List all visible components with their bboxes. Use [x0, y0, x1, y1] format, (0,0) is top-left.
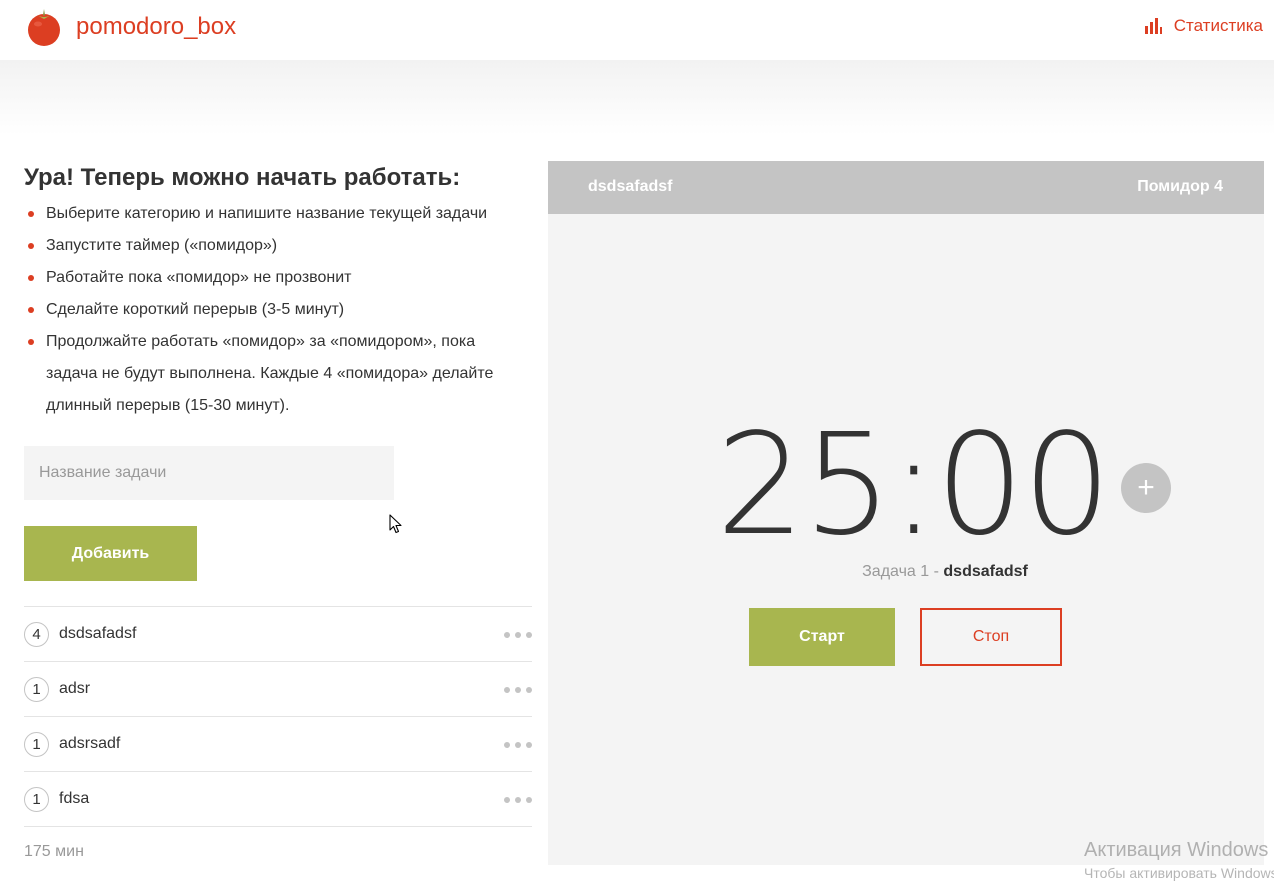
tomato-icon[interactable]: [24, 7, 64, 47]
timer-header: dsdsafadsf Помидор 4: [548, 161, 1264, 214]
task-name[interactable]: fdsa: [59, 790, 89, 808]
pomodoro-count-badge: 1: [24, 786, 49, 812]
current-task-title: dsdsafadsf: [588, 178, 673, 195]
instruction-item: Запустите таймер («помидор»): [24, 230, 524, 262]
timer-caption: Задача 1 - dsdsafadsf: [548, 563, 1274, 581]
instructions-list: Выберите категорию и напишите название т…: [24, 198, 524, 422]
statistics-label: Статистика: [1173, 16, 1263, 35]
caption-task-name: dsdsafadsf: [943, 563, 1028, 580]
instruction-item: Выберите категорию и напишите название т…: [24, 198, 524, 230]
watermark-title: Активация Windows: [1084, 839, 1269, 861]
pomodoro-count-badge: 1: [24, 731, 49, 757]
more-options-icon[interactable]: [504, 739, 532, 751]
statistics-link[interactable]: Статистика: [1144, 16, 1263, 36]
instruction-item: Продолжайте работать «помидор» за «помид…: [24, 326, 524, 422]
caption-task-number: Задача 1 -: [862, 563, 944, 580]
mouse-cursor-icon: [389, 514, 402, 534]
timer-panel: dsdsafadsf Помидор 4 25:00 + Задача 1 - …: [548, 161, 1264, 865]
task-name[interactable]: adsr: [59, 680, 90, 698]
watermark-subtitle: Чтобы активировать Windows: [1084, 865, 1274, 881]
task-name[interactable]: adsrsadf: [59, 735, 120, 753]
task-name-input[interactable]: [24, 446, 394, 500]
header-shadow: [0, 60, 1274, 135]
pomodoro-count-badge: 4: [24, 621, 49, 647]
more-options-icon[interactable]: [504, 684, 532, 696]
task-row[interactable]: 1 adsr: [24, 662, 532, 717]
pomodoro-counter: Помидор 4: [1137, 178, 1223, 195]
intro-title: Ура! Теперь можно начать работать:: [24, 164, 461, 191]
bar-chart-icon: [1144, 18, 1162, 34]
instruction-item: Работайте пока «помидор» не прозвонит: [24, 262, 524, 294]
timer-display: 25:00: [716, 404, 1111, 567]
instruction-item: Сделайте короткий перерыв (3-5 минут): [24, 294, 524, 326]
task-list: 4 dsdsafadsf 1 adsr 1 adsrsadf 1 fdsa: [24, 606, 532, 827]
add-time-button[interactable]: +: [1121, 463, 1171, 513]
app-header: pomodoro_box Статистика: [0, 0, 1274, 60]
total-time: 175 мин: [24, 843, 84, 860]
add-task-button[interactable]: Добавить: [24, 526, 197, 581]
task-name[interactable]: dsdsafadsf: [59, 625, 136, 643]
more-options-icon[interactable]: [504, 629, 532, 641]
more-options-icon[interactable]: [504, 794, 532, 806]
task-row[interactable]: 1 fdsa: [24, 772, 532, 827]
pomodoro-count-badge: 1: [24, 676, 49, 702]
start-button[interactable]: Старт: [749, 608, 895, 666]
brand-title[interactable]: pomodoro_box: [76, 13, 236, 41]
task-row[interactable]: 4 dsdsafadsf: [24, 607, 532, 662]
windows-activation-watermark: Активация Windows Чтобы активировать Win…: [1084, 838, 1274, 884]
task-row[interactable]: 1 adsrsadf: [24, 717, 532, 772]
stop-button[interactable]: Стоп: [920, 608, 1062, 666]
